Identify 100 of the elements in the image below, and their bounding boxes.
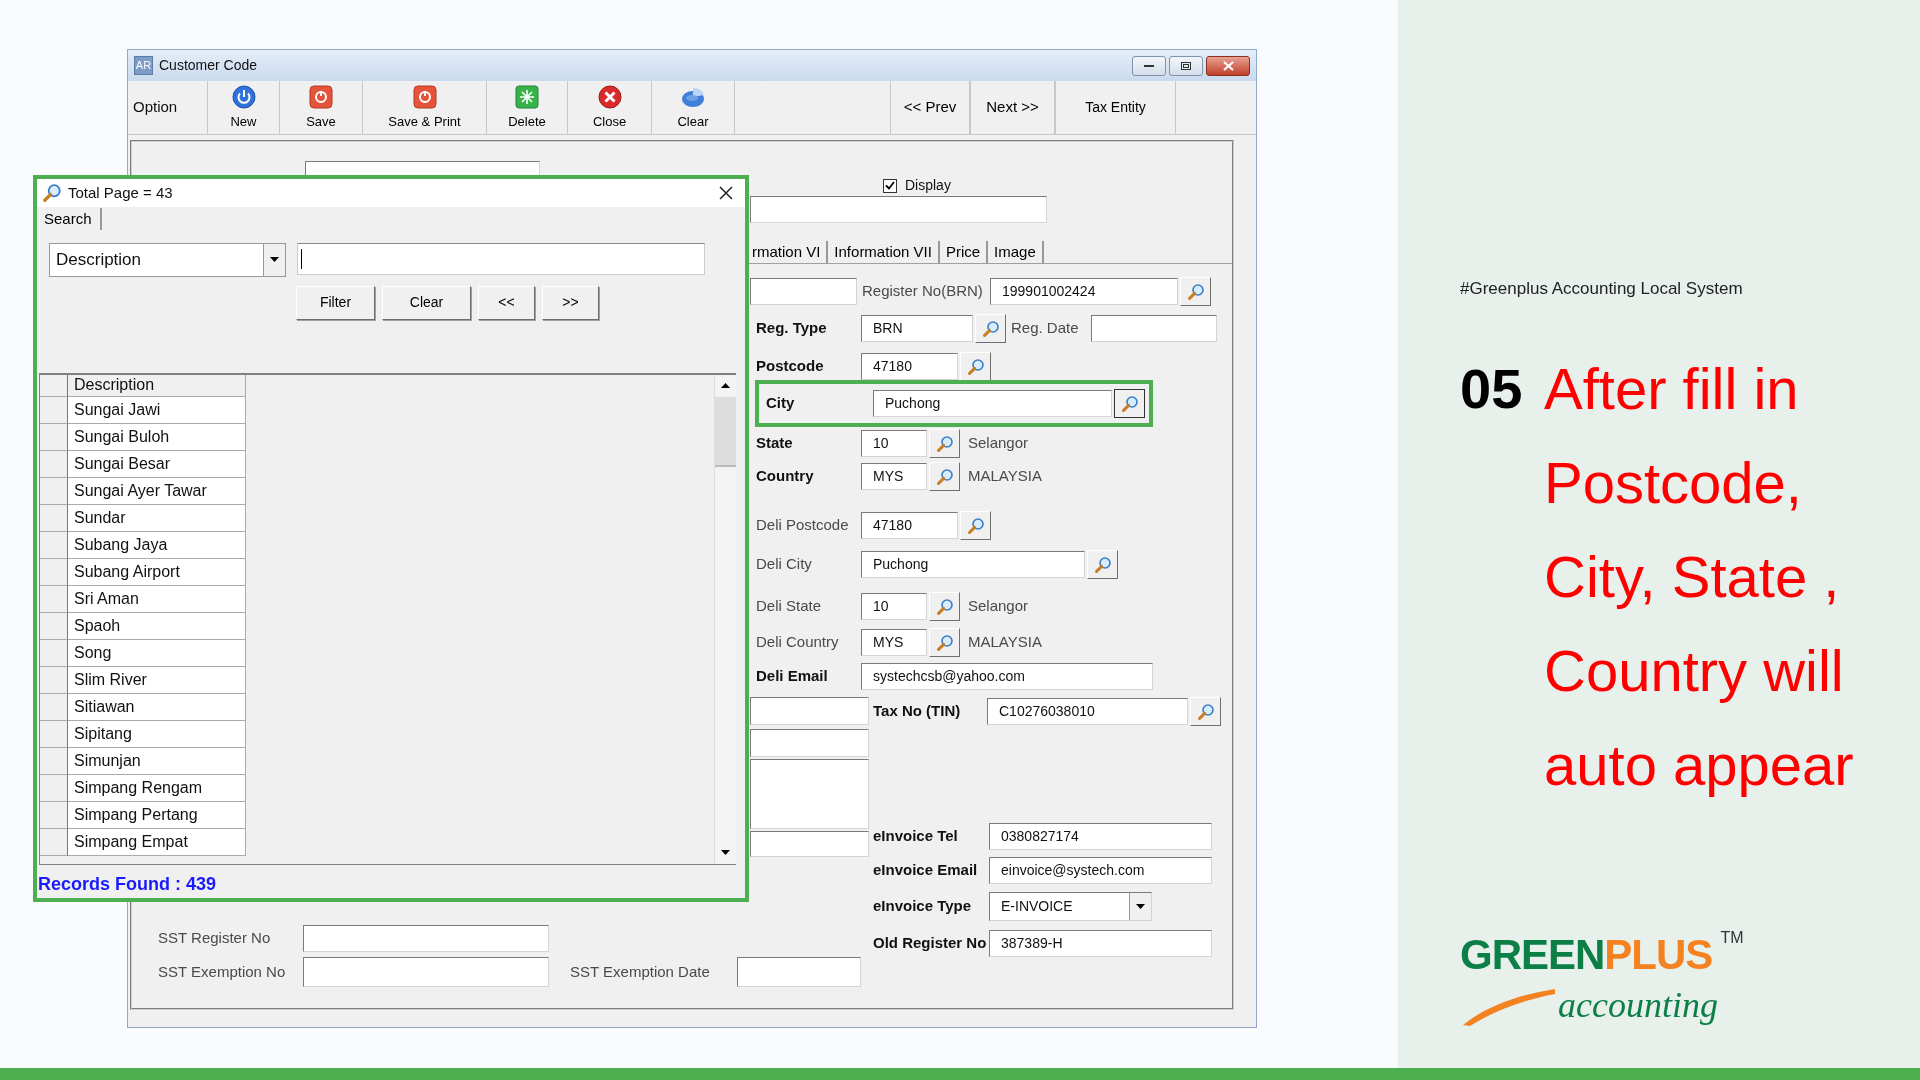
- table-cell: Simpang Pertang: [68, 801, 246, 829]
- table-cell: Slim River: [68, 666, 246, 694]
- dialog-button[interactable]: Filter: [296, 285, 375, 320]
- table-cell: Simunjan: [68, 747, 246, 775]
- dialog-button[interactable]: <<: [478, 285, 535, 320]
- field-label: Country: [756, 466, 815, 487]
- circle-square-icon: [309, 85, 333, 110]
- scrollbar[interactable]: [714, 374, 736, 864]
- text-field[interactable]: [1091, 315, 1217, 342]
- toolbar-button[interactable]: Next >>: [970, 81, 1055, 134]
- table-cell: Sundar: [68, 504, 246, 532]
- field-note: MALAYSIA: [968, 632, 1042, 653]
- toolbar-button[interactable]: New: [208, 81, 280, 134]
- dropdown-field[interactable]: E-INVOICE: [989, 892, 1152, 921]
- dropdown-field[interactable]: Description: [49, 242, 286, 277]
- toolbar-button[interactable]: Save & Print: [363, 81, 487, 134]
- text-field[interactable]: [750, 196, 1047, 223]
- text-field[interactable]: 47180: [861, 353, 958, 380]
- search-icon: [935, 434, 954, 453]
- maximize-button[interactable]: [1169, 55, 1203, 76]
- table-cell: Sungai Ayer Tawar: [68, 477, 246, 505]
- tab[interactable]: Image: [988, 241, 1044, 263]
- field-note: Selangor: [968, 433, 1029, 454]
- search-icon: [1196, 702, 1215, 721]
- text-field[interactable]: 0380827174: [989, 823, 1212, 850]
- toolbar-button[interactable]: Delete: [487, 81, 568, 134]
- slide-tagline: #Greenplus Accounting Local System: [1460, 278, 1744, 300]
- text-field[interactable]: 10: [861, 430, 927, 457]
- text-field[interactable]: [750, 729, 869, 757]
- toolbar-button[interactable]: Save: [280, 81, 363, 134]
- field-note: Selangor: [968, 596, 1029, 617]
- field-label: Old Register No: [873, 933, 988, 954]
- text-field[interactable]: 10: [861, 593, 927, 620]
- dropdown-arrow-icon: [270, 257, 279, 263]
- text-field[interactable]: [303, 925, 549, 952]
- field-label: eInvoice Tel: [873, 826, 959, 847]
- table-cell: Subang Airport: [68, 558, 246, 586]
- field-label: Tax No (TIN): [873, 701, 962, 722]
- toolbar-button[interactable]: Tax Entity: [1055, 81, 1176, 134]
- dialog-title: Total Page = 43: [68, 182, 173, 203]
- tab[interactable]: Price: [939, 241, 989, 263]
- app-icon: AR: [134, 56, 153, 75]
- table-cell: Sri Aman: [68, 585, 246, 613]
- table-cell: Spaoh: [68, 612, 246, 640]
- toolbar-button[interactable]: Close: [568, 81, 652, 134]
- text-field[interactable]: Puchong: [861, 551, 1085, 578]
- dialog-button[interactable]: Clear: [382, 285, 471, 320]
- toolbar-button[interactable]: << Prev: [890, 81, 970, 134]
- search-icon: [966, 516, 985, 535]
- text-field[interactable]: 47180: [861, 512, 958, 539]
- field-note: MALAYSIA: [968, 466, 1042, 487]
- checkbox[interactable]: [883, 178, 897, 193]
- field-label: State: [756, 433, 794, 454]
- down-arrow-icon: [721, 850, 730, 856]
- text-field[interactable]: [750, 697, 869, 725]
- text-field[interactable]: [303, 957, 549, 987]
- field-label: SST Register No: [158, 928, 272, 949]
- lookup-button[interactable]: [1114, 389, 1145, 418]
- toolbar-button[interactable]: Clear: [652, 81, 735, 134]
- scroll-thumb[interactable]: [715, 396, 736, 467]
- search-icon: [935, 597, 954, 616]
- text-field[interactable]: 199901002424: [990, 278, 1178, 305]
- tab[interactable]: Information VII: [828, 241, 940, 263]
- text-field[interactable]: [750, 831, 869, 857]
- close-button[interactable]: [719, 185, 733, 200]
- field-label: Deli City: [756, 554, 813, 575]
- text-field[interactable]: systechcsb@yahoo.com: [861, 663, 1153, 690]
- text-field[interactable]: einvoice@systech.com: [989, 857, 1212, 884]
- circle-square-icon: [412, 85, 437, 110]
- window-title: Customer Code: [159, 56, 258, 75]
- text-field[interactable]: [737, 957, 861, 987]
- search-icon: [1093, 555, 1112, 574]
- close-icon: [597, 85, 622, 110]
- field-label: eInvoice Type: [873, 896, 973, 917]
- field-label: SST Exemption No: [158, 961, 287, 982]
- dropdown-value: Description: [56, 249, 142, 272]
- search-icon: [981, 319, 1000, 338]
- brand-subtitle: accounting: [1558, 983, 1718, 1027]
- table-cell: Song: [68, 639, 246, 667]
- text-field[interactable]: Puchong: [873, 390, 1112, 417]
- close-button[interactable]: [1206, 55, 1250, 76]
- search-field[interactable]: [297, 242, 705, 275]
- records-count: Records Found : 439: [38, 873, 218, 896]
- text-field[interactable]: C10276038010: [987, 698, 1188, 725]
- text-field[interactable]: [750, 278, 857, 305]
- dropdown-value: E-INVOICE: [1001, 897, 1073, 916]
- tab[interactable]: Search: [40, 208, 102, 231]
- dropdown-arrow-icon: [1136, 904, 1145, 909]
- search-icon: [935, 467, 954, 486]
- text-field[interactable]: MYS: [861, 463, 927, 490]
- up-arrow-icon: [721, 383, 730, 389]
- minimize-button[interactable]: [1132, 55, 1166, 76]
- sparkle-icon: [515, 85, 539, 110]
- text-field[interactable]: [750, 759, 869, 829]
- table-cell: Simpang Empat: [68, 828, 246, 856]
- text-field[interactable]: MYS: [861, 629, 927, 656]
- field-label: Deli Country: [756, 632, 840, 653]
- text-field[interactable]: BRN: [861, 315, 973, 342]
- text-field[interactable]: 387389-H: [989, 930, 1212, 957]
- dialog-button[interactable]: >>: [542, 285, 599, 320]
